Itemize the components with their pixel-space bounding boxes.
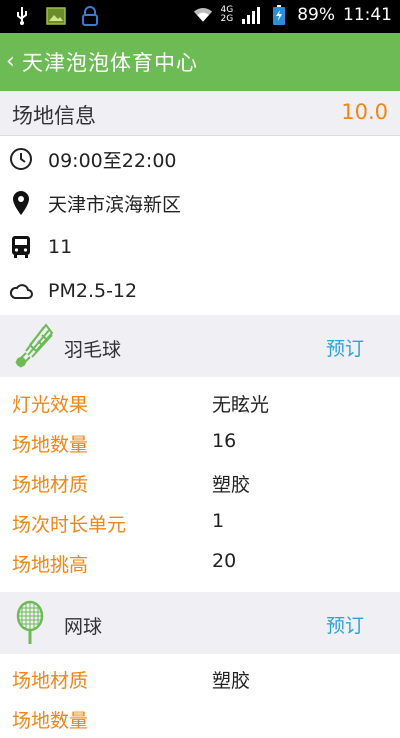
network-type: 4G 2G xyxy=(220,5,234,24)
bus-icon xyxy=(8,234,34,260)
signal-icon xyxy=(241,5,261,25)
detail-label: 场次时长单元 xyxy=(12,514,127,536)
detail-row: 场地材质 塑胶 xyxy=(0,658,400,698)
page-title: 天津泡泡体育中心 xyxy=(22,51,198,75)
venue-info-heading: 场地信息 xyxy=(12,104,96,128)
bus-row: 11 xyxy=(0,225,400,269)
battery-percent: 89% xyxy=(297,5,335,25)
bus-lines: 11 xyxy=(48,236,73,258)
location-pin-icon xyxy=(8,190,34,216)
detail-label: 场地数量 xyxy=(12,434,89,456)
sport-name: 羽毛球 xyxy=(64,339,122,361)
detail-row: 场地挑高 20 xyxy=(0,542,400,582)
detail-label: 场地材质 xyxy=(12,474,89,496)
detail-value: 塑胶 xyxy=(212,670,251,692)
tennis-racket-icon xyxy=(10,600,54,646)
detail-label: 灯光效果 xyxy=(12,394,89,416)
air-quality-row: PM2.5-12 xyxy=(0,269,400,313)
venue-location: 天津市滨海新区 xyxy=(48,193,182,216)
detail-row: 场地材质 塑胶 xyxy=(0,462,400,502)
sport-header-tennis: 网球 预订 xyxy=(0,592,400,654)
status-bar: 4G 2G 89% 11:41 xyxy=(0,0,400,33)
detail-value: 20 xyxy=(212,550,237,572)
shuttlecock-icon xyxy=(10,323,54,369)
venue-info-header: 场地信息 10.0 xyxy=(0,91,400,136)
detail-row: 场地数量 xyxy=(0,698,400,738)
book-button[interactable]: 预订 xyxy=(326,611,364,638)
hours-row: 09:00至22:00 xyxy=(0,137,400,181)
title-bar: ‹ 天津泡泡体育中心 xyxy=(0,33,400,91)
detail-value: 无眩光 xyxy=(212,394,270,416)
clock-icon xyxy=(8,146,34,172)
detail-value: 1 xyxy=(212,510,225,532)
sport-header-badminton: 羽毛球 预订 xyxy=(0,315,400,377)
detail-label: 场地数量 xyxy=(12,710,89,732)
cloud-icon xyxy=(8,278,34,304)
detail-value: 16 xyxy=(212,430,237,452)
detail-row: 场地数量 16 xyxy=(0,422,400,462)
sport-name: 网球 xyxy=(64,616,103,638)
back-button[interactable]: ‹ xyxy=(6,51,20,73)
detail-row: 灯光效果 无眩光 xyxy=(0,382,400,422)
air-quality: PM2.5-12 xyxy=(48,280,138,302)
detail-value: 塑胶 xyxy=(212,474,251,496)
usb-icon xyxy=(12,6,32,26)
detail-row: 场次时长单元 1 xyxy=(0,502,400,542)
opening-hours: 09:00至22:00 xyxy=(48,149,177,172)
location-row: 天津市滨海新区 xyxy=(0,181,400,225)
wifi-icon xyxy=(193,5,213,25)
battery-icon xyxy=(269,5,289,25)
book-button[interactable]: 预订 xyxy=(326,334,364,361)
clock: 11:41 xyxy=(343,5,392,25)
lock-icon xyxy=(80,6,100,26)
detail-label: 场地挑高 xyxy=(12,554,89,576)
venue-score: 10.0 xyxy=(341,100,388,124)
image-icon xyxy=(46,6,66,26)
detail-label: 场地材质 xyxy=(12,670,89,692)
